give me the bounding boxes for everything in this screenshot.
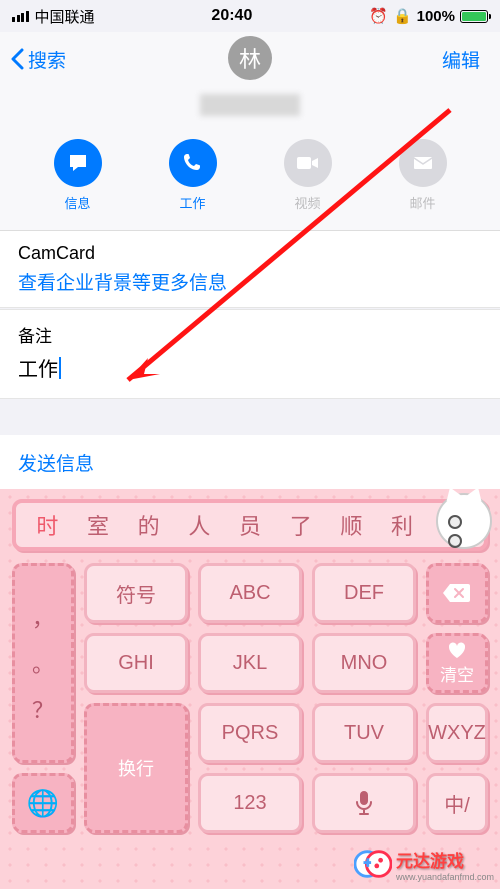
- camcard-link: 查看企业背景等更多信息: [18, 268, 482, 295]
- punct-period[interactable]: 。: [32, 647, 54, 679]
- backspace-icon: [442, 582, 472, 604]
- battery-icon: [460, 10, 488, 23]
- cat-mascot-icon[interactable]: [436, 493, 492, 549]
- candidate-6[interactable]: 顺: [326, 509, 377, 541]
- candidate-1[interactable]: 室: [73, 509, 124, 541]
- mail-button[interactable]: 邮件: [399, 139, 447, 212]
- status-bar: 中国联通 20:40 ⏰ 🔒 100%: [0, 0, 500, 32]
- enter-label: 换行: [118, 755, 154, 781]
- message-button[interactable]: 信息: [54, 139, 102, 212]
- status-time: 20:40: [95, 7, 370, 25]
- video-icon: [284, 139, 332, 187]
- action-row: 信息 工作 视频 邮件: [0, 135, 500, 231]
- video-label: 视频: [294, 193, 320, 212]
- notes-input[interactable]: 工作: [18, 353, 58, 382]
- key-wxyz[interactable]: WXYZ: [426, 703, 488, 763]
- contact-name-redacted: [200, 94, 300, 116]
- key-ghi[interactable]: GHI: [84, 633, 188, 693]
- watermark-logo-icon: [354, 845, 392, 883]
- candidate-4[interactable]: 员: [225, 509, 276, 541]
- key-voice[interactable]: [312, 773, 416, 833]
- video-button[interactable]: 视频: [284, 139, 332, 212]
- contact-name-area: [0, 86, 500, 135]
- key-abc[interactable]: ABC: [198, 563, 302, 623]
- key-tuv[interactable]: TUV: [312, 703, 416, 763]
- call-button[interactable]: 工作: [169, 139, 217, 212]
- enter-key[interactable]: 换行: [84, 703, 188, 833]
- notes-label: 备注: [18, 322, 482, 347]
- chevron-left-icon: [10, 48, 24, 70]
- text-cursor: [59, 357, 61, 379]
- camcard-title: CamCard: [18, 243, 482, 264]
- mail-icon: [399, 139, 447, 187]
- message-icon: [54, 139, 102, 187]
- punctuation-sidebar[interactable]: ， 。 ？: [12, 563, 74, 763]
- alarm-icon: ⏰: [369, 7, 388, 25]
- notes-section: 备注 工作: [0, 309, 500, 399]
- key-123[interactable]: 123: [198, 773, 302, 833]
- key-grid: ， 。 ？ 符号 ABC DEF GHI JKL MNO 清空 PQRS TUV…: [0, 559, 500, 833]
- signal-icon: [12, 11, 29, 22]
- lock-icon: 🔒: [393, 7, 412, 25]
- back-label: 搜索: [28, 46, 66, 73]
- clear-key[interactable]: 清空: [426, 633, 488, 693]
- key-pqrs[interactable]: PQRS: [198, 703, 302, 763]
- back-button[interactable]: 搜索: [10, 46, 66, 73]
- call-label: 工作: [179, 193, 205, 212]
- message-label: 信息: [64, 193, 90, 212]
- key-def[interactable]: DEF: [312, 563, 416, 623]
- status-left: 中国联通: [12, 6, 95, 27]
- heart-icon: [447, 641, 467, 659]
- edit-button[interactable]: 编辑: [442, 46, 480, 73]
- watermark: 元达游戏 www.yuandafanfmd.com: [354, 845, 494, 883]
- battery-percent: 100%: [417, 8, 455, 25]
- send-message-button[interactable]: 发送信息: [0, 435, 500, 491]
- backspace-key[interactable]: [426, 563, 488, 623]
- punct-comma[interactable]: ，: [32, 601, 54, 633]
- nav-bar: 搜索 林 编辑: [0, 32, 500, 86]
- clear-label: 清空: [440, 661, 474, 686]
- candidate-0[interactable]: 时: [22, 509, 73, 541]
- punct-question[interactable]: ？: [32, 693, 54, 725]
- microphone-icon: [355, 790, 373, 816]
- camcard-section[interactable]: CamCard 查看企业背景等更多信息: [0, 231, 500, 308]
- key-mno[interactable]: MNO: [312, 633, 416, 693]
- candidate-3[interactable]: 人: [174, 509, 225, 541]
- key-lang-switch[interactable]: 中/: [426, 773, 488, 833]
- watermark-url: www.yuandafanfmd.com: [396, 872, 494, 882]
- globe-icon: 🌐: [27, 788, 59, 819]
- globe-key[interactable]: 🌐: [12, 773, 74, 833]
- keyboard: 时 室 的 人 员 了 顺 利 中 ， 。 ？ 符号 ABC DEF GHI J…: [0, 489, 500, 889]
- phone-icon: [169, 139, 217, 187]
- status-right: ⏰ 🔒 100%: [369, 7, 488, 25]
- notes-input-wrapper[interactable]: 工作: [18, 353, 482, 382]
- key-symbols[interactable]: 符号: [84, 563, 188, 623]
- candidate-5[interactable]: 了: [275, 509, 326, 541]
- avatar-initial: 林: [239, 42, 261, 74]
- carrier-label: 中国联通: [35, 6, 95, 27]
- contact-avatar[interactable]: 林: [228, 36, 272, 80]
- candidate-2[interactable]: 的: [123, 509, 174, 541]
- mail-label: 邮件: [409, 193, 435, 212]
- key-jkl[interactable]: JKL: [198, 633, 302, 693]
- candidate-7[interactable]: 利: [377, 509, 428, 541]
- watermark-text: 元达游戏: [396, 852, 464, 871]
- candidate-bar: 时 室 的 人 员 了 顺 利 中: [12, 499, 488, 551]
